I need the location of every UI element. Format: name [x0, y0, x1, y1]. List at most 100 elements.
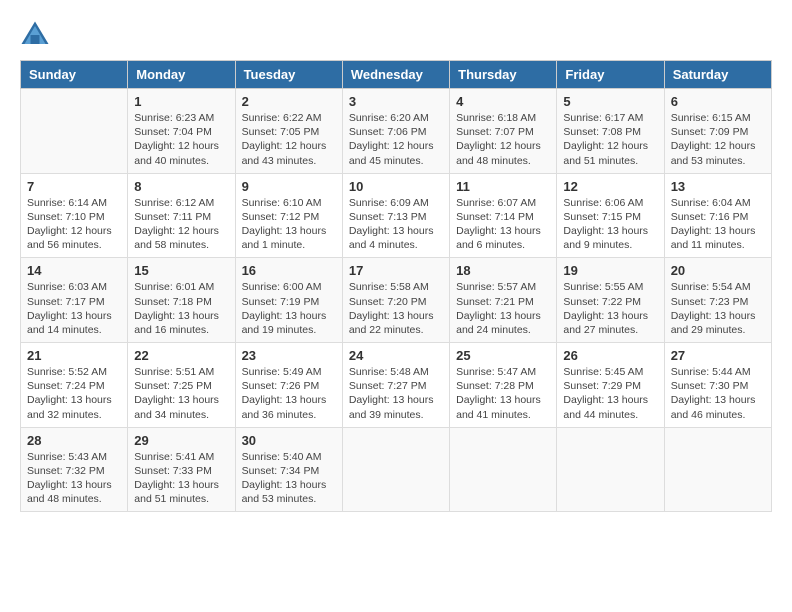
day-info: Sunrise: 5:54 AMSunset: 7:23 PMDaylight:… — [671, 280, 765, 337]
day-info: Sunrise: 5:57 AMSunset: 7:21 PMDaylight:… — [456, 280, 550, 337]
calendar-cell: 17 Sunrise: 5:58 AMSunset: 7:20 PMDayligh… — [342, 258, 449, 343]
day-info: Sunrise: 5:41 AMSunset: 7:33 PMDaylight:… — [134, 450, 228, 507]
calendar-cell: 5 Sunrise: 6:17 AMSunset: 7:08 PMDaylight… — [557, 89, 664, 174]
calendar-cell: 12 Sunrise: 6:06 AMSunset: 7:15 PMDayligh… — [557, 173, 664, 258]
day-info: Sunrise: 6:06 AMSunset: 7:15 PMDaylight:… — [563, 196, 657, 253]
day-number: 13 — [671, 179, 765, 194]
calendar-header-monday: Monday — [128, 61, 235, 89]
calendar-cell: 28 Sunrise: 5:43 AMSunset: 7:32 PMDayligh… — [21, 427, 128, 512]
calendar-cell: 13 Sunrise: 6:04 AMSunset: 7:16 PMDayligh… — [664, 173, 771, 258]
calendar-cell: 20Sunrise: 5:54 AMSunset: 7:23 PMDayligh… — [664, 258, 771, 343]
day-info: Sunrise: 5:44 AMSunset: 7:30 PMDaylight:… — [671, 365, 765, 422]
day-number: 9 — [242, 179, 336, 194]
day-info: Sunrise: 5:55 AMSunset: 7:22 PMDaylight:… — [563, 280, 657, 337]
calendar-cell: 15 Sunrise: 6:01 AMSunset: 7:18 PMDayligh… — [128, 258, 235, 343]
calendar-cell: 21Sunrise: 5:52 AMSunset: 7:24 PMDayligh… — [21, 343, 128, 428]
logo-icon — [20, 20, 50, 50]
day-info: Sunrise: 6:15 AMSunset: 7:09 PMDaylight:… — [671, 111, 765, 168]
day-info: Sunrise: 6:00 AMSunset: 7:19 PMDaylight:… — [242, 280, 336, 337]
day-number: 10 — [349, 179, 443, 194]
day-info: Sunrise: 5:48 AMSunset: 7:27 PMDaylight:… — [349, 365, 443, 422]
day-number: 5 — [563, 94, 657, 109]
day-number: 25 — [456, 348, 550, 363]
day-number: 7 — [27, 179, 121, 194]
day-number: 18 — [456, 263, 550, 278]
calendar-table: SundayMondayTuesdayWednesdayThursdayFrid… — [20, 60, 772, 512]
day-number: 15 — [134, 263, 228, 278]
calendar-cell — [664, 427, 771, 512]
day-info: Sunrise: 5:49 AMSunset: 7:26 PMDaylight:… — [242, 365, 336, 422]
calendar-cell: 11 Sunrise: 6:07 AMSunset: 7:14 PMDayligh… — [450, 173, 557, 258]
calendar-cell: 24 Sunrise: 5:48 AMSunset: 7:27 PMDayligh… — [342, 343, 449, 428]
calendar-cell — [557, 427, 664, 512]
day-info: Sunrise: 5:43 AMSunset: 7:32 PMDaylight:… — [27, 450, 121, 507]
calendar-week-row: 7Sunrise: 6:14 AMSunset: 7:10 PMDaylight… — [21, 173, 772, 258]
day-number: 4 — [456, 94, 550, 109]
calendar-cell: 29 Sunrise: 5:41 AMSunset: 7:33 PMDayligh… — [128, 427, 235, 512]
calendar-cell: 14 Sunrise: 6:03 AMSunset: 7:17 PMDayligh… — [21, 258, 128, 343]
day-info: Sunrise: 6:23 AMSunset: 7:04 PMDaylight:… — [134, 111, 228, 168]
day-info: Sunrise: 6:18 AMSunset: 7:07 PMDaylight:… — [456, 111, 550, 168]
day-number: 26 — [563, 348, 657, 363]
day-number: 11 — [456, 179, 550, 194]
day-number: 24 — [349, 348, 443, 363]
calendar-header-thursday: Thursday — [450, 61, 557, 89]
day-info: Sunrise: 6:17 AMSunset: 7:08 PMDaylight:… — [563, 111, 657, 168]
day-number: 2 — [242, 94, 336, 109]
calendar-cell: 26 Sunrise: 5:45 AMSunset: 7:29 PMDayligh… — [557, 343, 664, 428]
calendar-week-row: 14 Sunrise: 6:03 AMSunset: 7:17 PMDayligh… — [21, 258, 772, 343]
calendar-cell: 6 Sunrise: 6:15 AMSunset: 7:09 PMDaylight… — [664, 89, 771, 174]
calendar-week-row: 1 Sunrise: 6:23 AMSunset: 7:04 PMDaylight… — [21, 89, 772, 174]
day-info: Sunrise: 6:03 AMSunset: 7:17 PMDaylight:… — [27, 280, 121, 337]
calendar-header-friday: Friday — [557, 61, 664, 89]
page-header — [20, 20, 772, 50]
calendar-cell: 4 Sunrise: 6:18 AMSunset: 7:07 PMDaylight… — [450, 89, 557, 174]
calendar-cell: 23Sunrise: 5:49 AMSunset: 7:26 PMDayligh… — [235, 343, 342, 428]
day-info: Sunrise: 6:12 AMSunset: 7:11 PMDaylight:… — [134, 196, 228, 253]
day-info: Sunrise: 5:58 AMSunset: 7:20 PMDaylight:… — [349, 280, 443, 337]
calendar-cell: 3Sunrise: 6:20 AMSunset: 7:06 PMDaylight… — [342, 89, 449, 174]
logo — [20, 20, 54, 50]
calendar-cell: 18 Sunrise: 5:57 AMSunset: 7:21 PMDayligh… — [450, 258, 557, 343]
calendar-cell: 25Sunrise: 5:47 AMSunset: 7:28 PMDayligh… — [450, 343, 557, 428]
calendar-cell — [450, 427, 557, 512]
day-number: 8 — [134, 179, 228, 194]
day-number: 1 — [134, 94, 228, 109]
day-number: 28 — [27, 433, 121, 448]
calendar-cell: 8 Sunrise: 6:12 AMSunset: 7:11 PMDaylight… — [128, 173, 235, 258]
calendar-cell: 10Sunrise: 6:09 AMSunset: 7:13 PMDayligh… — [342, 173, 449, 258]
day-number: 29 — [134, 433, 228, 448]
day-info: Sunrise: 5:45 AMSunset: 7:29 PMDaylight:… — [563, 365, 657, 422]
day-number: 30 — [242, 433, 336, 448]
day-info: Sunrise: 5:51 AMSunset: 7:25 PMDaylight:… — [134, 365, 228, 422]
day-info: Sunrise: 6:04 AMSunset: 7:16 PMDaylight:… — [671, 196, 765, 253]
calendar-cell: 22 Sunrise: 5:51 AMSunset: 7:25 PMDayligh… — [128, 343, 235, 428]
day-info: Sunrise: 6:20 AMSunset: 7:06 PMDaylight:… — [349, 111, 443, 168]
day-info: Sunrise: 6:01 AMSunset: 7:18 PMDaylight:… — [134, 280, 228, 337]
day-info: Sunrise: 6:07 AMSunset: 7:14 PMDaylight:… — [456, 196, 550, 253]
day-number: 22 — [134, 348, 228, 363]
calendar-cell: 19 Sunrise: 5:55 AMSunset: 7:22 PMDayligh… — [557, 258, 664, 343]
day-number: 16 — [242, 263, 336, 278]
calendar-cell: 9Sunrise: 6:10 AMSunset: 7:12 PMDaylight… — [235, 173, 342, 258]
calendar-cell: 1 Sunrise: 6:23 AMSunset: 7:04 PMDaylight… — [128, 89, 235, 174]
calendar-header-tuesday: Tuesday — [235, 61, 342, 89]
day-info: Sunrise: 5:40 AMSunset: 7:34 PMDaylight:… — [242, 450, 336, 507]
day-number: 17 — [349, 263, 443, 278]
calendar-header-row: SundayMondayTuesdayWednesdayThursdayFrid… — [21, 61, 772, 89]
day-number: 27 — [671, 348, 765, 363]
day-info: Sunrise: 6:22 AMSunset: 7:05 PMDaylight:… — [242, 111, 336, 168]
day-number: 14 — [27, 263, 121, 278]
day-number: 19 — [563, 263, 657, 278]
calendar-header-saturday: Saturday — [664, 61, 771, 89]
day-number: 6 — [671, 94, 765, 109]
calendar-cell: 16 Sunrise: 6:00 AMSunset: 7:19 PMDayligh… — [235, 258, 342, 343]
calendar-cell: 2 Sunrise: 6:22 AMSunset: 7:05 PMDaylight… — [235, 89, 342, 174]
day-info: Sunrise: 5:52 AMSunset: 7:24 PMDaylight:… — [27, 365, 121, 422]
calendar-header-sunday: Sunday — [21, 61, 128, 89]
calendar-cell: 27 Sunrise: 5:44 AMSunset: 7:30 PMDayligh… — [664, 343, 771, 428]
calendar-header-wednesday: Wednesday — [342, 61, 449, 89]
calendar-cell: 30 Sunrise: 5:40 AMSunset: 7:34 PMDayligh… — [235, 427, 342, 512]
day-number: 12 — [563, 179, 657, 194]
calendar-week-row: 28 Sunrise: 5:43 AMSunset: 7:32 PMDayligh… — [21, 427, 772, 512]
